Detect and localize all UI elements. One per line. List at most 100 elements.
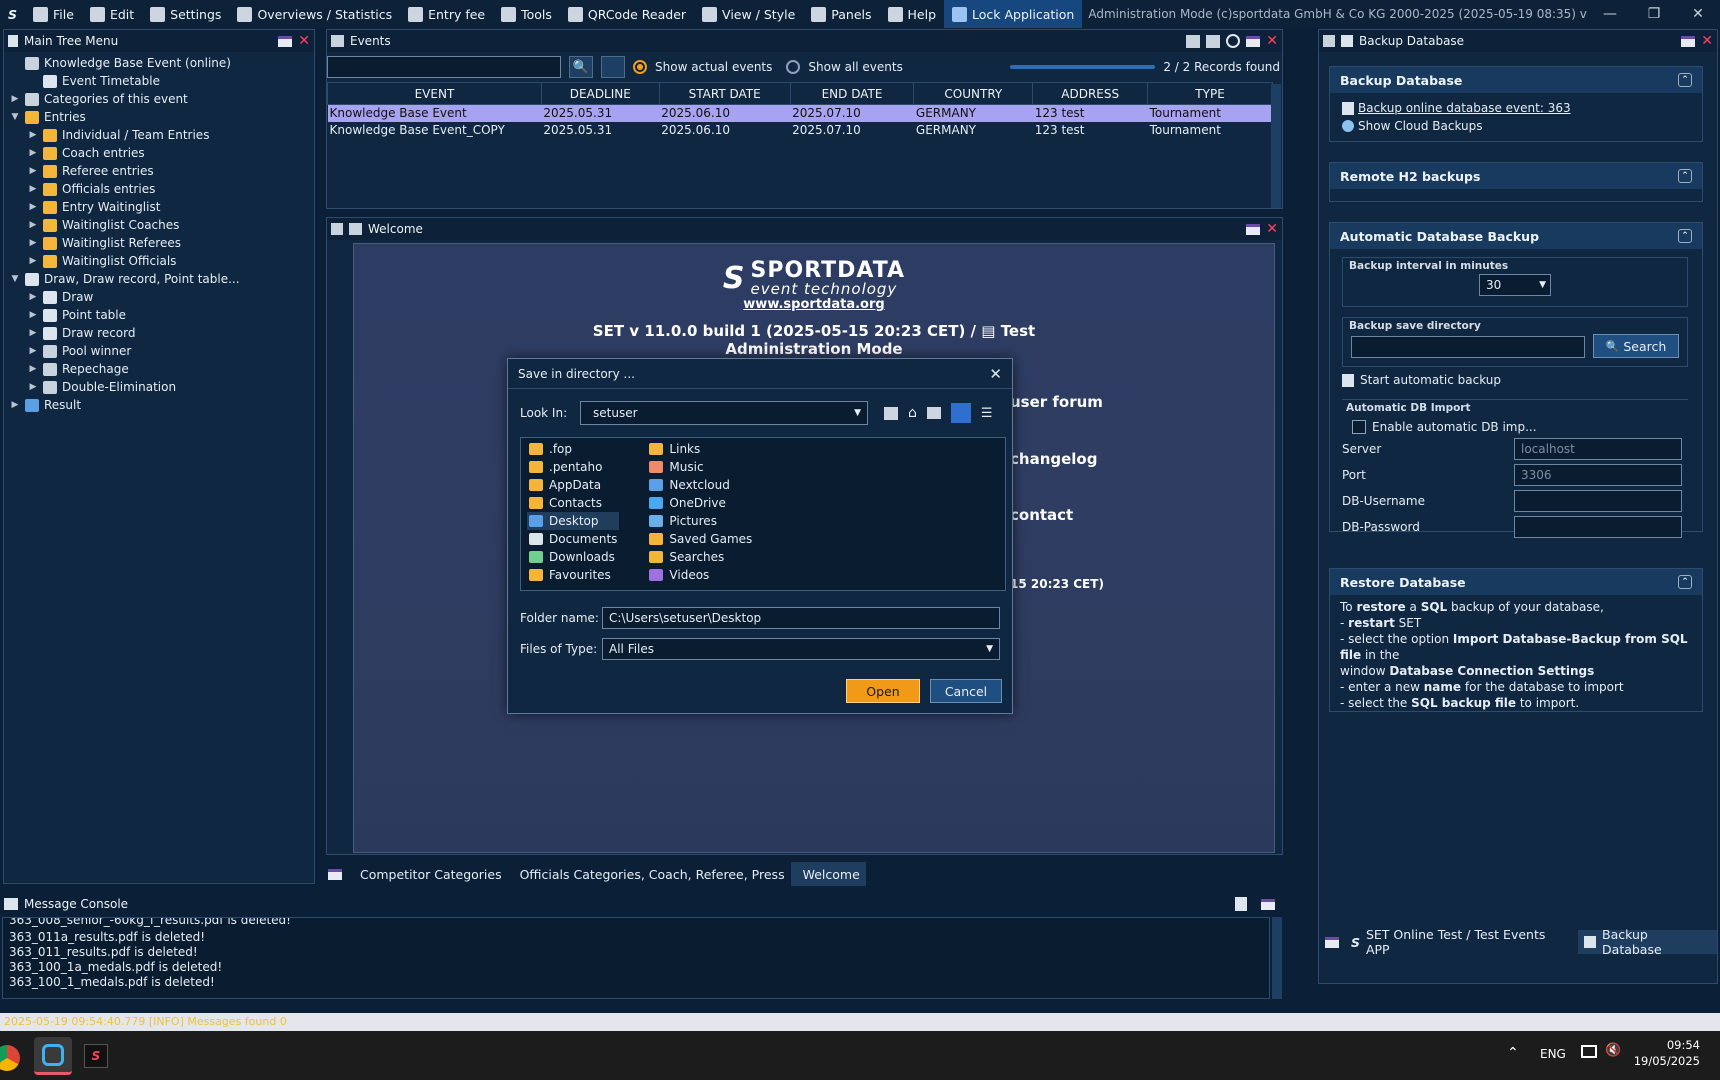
tree-item[interactable]: ▶ Officials entries: [4, 180, 314, 198]
expand-arrow-icon[interactable]: ▶: [28, 202, 38, 212]
file-item[interactable]: Saved Games: [647, 530, 754, 548]
sportdata-taskbar-icon[interactable]: S: [84, 1044, 108, 1068]
expand-arrow-icon[interactable]: ▶: [28, 238, 38, 248]
expand-arrow-icon[interactable]: ▶: [28, 184, 38, 194]
chrome-icon[interactable]: [0, 1045, 20, 1071]
tree-item[interactable]: ▶ Entry Waitinglist: [4, 198, 314, 216]
search-button[interactable]: 🔍 Search: [1593, 334, 1679, 358]
expand-arrow-icon[interactable]: ▶: [28, 310, 38, 320]
minimize-panel-icon[interactable]: [278, 35, 293, 47]
column-header[interactable]: TYPE: [1147, 82, 1273, 105]
tree-item[interactable]: ▼ Entries: [4, 108, 314, 126]
folder-icon[interactable]: [1206, 34, 1221, 48]
tree-item[interactable]: ▶ Waitinglist Officials: [4, 252, 314, 270]
enable-auto-import-checkbox[interactable]: [1352, 420, 1366, 434]
expand-arrow-icon[interactable]: ▶: [28, 256, 38, 266]
export-icon[interactable]: [1186, 34, 1201, 48]
menu-overviews-statistics[interactable]: Overviews / Statistics: [229, 0, 400, 28]
server-input[interactable]: localhost: [1514, 438, 1682, 460]
tree-item[interactable]: Event Timetable: [4, 72, 314, 90]
interval-select[interactable]: 30 ▼: [1479, 274, 1551, 296]
file-item[interactable]: Music: [647, 458, 754, 476]
tab-officials-categories-coach-referee-press[interactable]: Officials Categories, Coach, Referee, Pr…: [508, 862, 791, 886]
menu-qrcode-reader[interactable]: QRCode Reader: [560, 0, 694, 28]
close-icon[interactable]: ✕: [1266, 33, 1278, 49]
trash-icon[interactable]: [1235, 897, 1247, 911]
expand-arrow-icon[interactable]: ▶: [28, 346, 38, 356]
menu-entry-fee[interactable]: Entry fee: [400, 0, 493, 28]
clock-time[interactable]: 09:54: [1630, 1037, 1700, 1053]
table-row[interactable]: Knowledge Base Event 2025.05.31 2025.06.10…: [327, 104, 1273, 122]
file-item[interactable]: .fop: [527, 440, 619, 458]
changelog-link[interactable]: changelog: [1010, 450, 1097, 468]
user-forum-link[interactable]: user forum: [1010, 393, 1103, 411]
close-window-button[interactable]: ✕: [1676, 6, 1720, 22]
collapse-icon[interactable]: ⌃: [1678, 575, 1692, 589]
expand-arrow-icon[interactable]: ▶: [10, 400, 20, 410]
menu-view-style[interactable]: View / Style: [694, 0, 803, 28]
file-item[interactable]: Desktop: [527, 512, 620, 530]
menu-settings[interactable]: Settings: [142, 0, 229, 28]
events-search-input[interactable]: [327, 56, 561, 78]
expand-arrow-icon[interactable]: ▶: [28, 328, 38, 338]
file-item[interactable]: Searches: [647, 548, 754, 566]
table-row[interactable]: Knowledge Base Event_COPY 2025.05.31 2025.…: [328, 122, 1273, 139]
tree-item[interactable]: ▶ Referee entries: [4, 162, 314, 180]
file-item[interactable]: Nextcloud: [647, 476, 754, 494]
section-header[interactable]: Backup Database ⌃: [1330, 67, 1702, 93]
tree-item[interactable]: ▶ Coach entries: [4, 144, 314, 162]
show-actual-events-radio[interactable]: [633, 60, 647, 74]
table-scrollbar[interactable]: [1271, 84, 1281, 208]
tree-item[interactable]: ▶ Pool winner: [4, 342, 314, 360]
show-cloud-backups-link[interactable]: Show Cloud Backups: [1358, 117, 1483, 135]
tree-item[interactable]: Knowledge Base Event (online): [4, 54, 314, 72]
tab-backup-database[interactable]: Backup Database: [1578, 927, 1717, 957]
menu-help[interactable]: Help: [880, 0, 945, 28]
file-item[interactable]: Favourites: [527, 566, 619, 584]
files-of-type-select[interactable]: All Files ▼: [602, 638, 1000, 660]
filter-button[interactable]: [601, 56, 625, 78]
home-icon[interactable]: ⌂: [908, 405, 917, 421]
port-input[interactable]: 3306: [1514, 464, 1682, 486]
minimize-panel-icon[interactable]: [1261, 898, 1275, 910]
clock-date[interactable]: 19/05/2025: [1630, 1053, 1700, 1069]
chevron-up-icon[interactable]: ⌃: [1507, 1045, 1519, 1061]
file-item[interactable]: Documents: [527, 530, 619, 548]
tree-item[interactable]: ▶ Waitinglist Referees: [4, 234, 314, 252]
db-username-input[interactable]: [1514, 490, 1682, 512]
tree-item[interactable]: ▶ Individual / Team Entries: [4, 126, 314, 144]
file-item[interactable]: AppData: [527, 476, 619, 494]
expand-arrow-icon[interactable]: ▶: [28, 220, 38, 230]
speaker-muted-icon[interactable]: 🔇: [1605, 1043, 1621, 1058]
new-folder-icon[interactable]: [926, 407, 941, 419]
tree-item[interactable]: ▶ Waitinglist Coaches: [4, 216, 314, 234]
column-header[interactable]: COUNTRY: [913, 82, 1034, 105]
start-automatic-backup-link[interactable]: Start automatic backup: [1360, 373, 1501, 387]
tree-item[interactable]: ▶ Draw record: [4, 324, 314, 342]
expand-arrow-icon[interactable]: ▶: [28, 292, 38, 302]
file-item[interactable]: Contacts: [527, 494, 619, 512]
collapse-arrow-icon[interactable]: ▼: [10, 274, 20, 284]
close-icon[interactable]: ✕: [1266, 221, 1278, 237]
tab-minimize-icon[interactable]: [328, 868, 342, 880]
expand-arrow-icon[interactable]: ▶: [28, 148, 38, 158]
open-button[interactable]: Open: [846, 679, 920, 703]
file-item[interactable]: Links: [647, 440, 754, 458]
file-item[interactable]: Pictures: [647, 512, 754, 530]
contact-link[interactable]: contact: [1010, 506, 1073, 524]
minimize-panel-icon[interactable]: [1681, 35, 1696, 47]
details-view-icon[interactable]: ☰: [981, 406, 993, 421]
expand-arrow-icon[interactable]: ▶: [28, 166, 38, 176]
column-header[interactable]: END DATE: [789, 82, 915, 105]
section-header[interactable]: Remote H2 backups ⌃: [1330, 163, 1702, 189]
website-link[interactable]: www.sportdata.org: [354, 297, 1274, 312]
minimize-panel-icon[interactable]: [1246, 223, 1261, 235]
file-item[interactable]: Downloads: [527, 548, 619, 566]
look-in-select[interactable]: setuser ▼: [580, 401, 868, 425]
close-icon[interactable]: ✕: [1701, 33, 1713, 49]
expand-arrow-icon[interactable]: ▶: [28, 364, 38, 374]
menu-tools[interactable]: Tools: [493, 0, 560, 28]
tab-competitor-categories[interactable]: Competitor Categories: [348, 862, 508, 886]
show-all-events-radio[interactable]: [786, 60, 801, 74]
file-item[interactable]: .pentaho: [527, 458, 619, 476]
